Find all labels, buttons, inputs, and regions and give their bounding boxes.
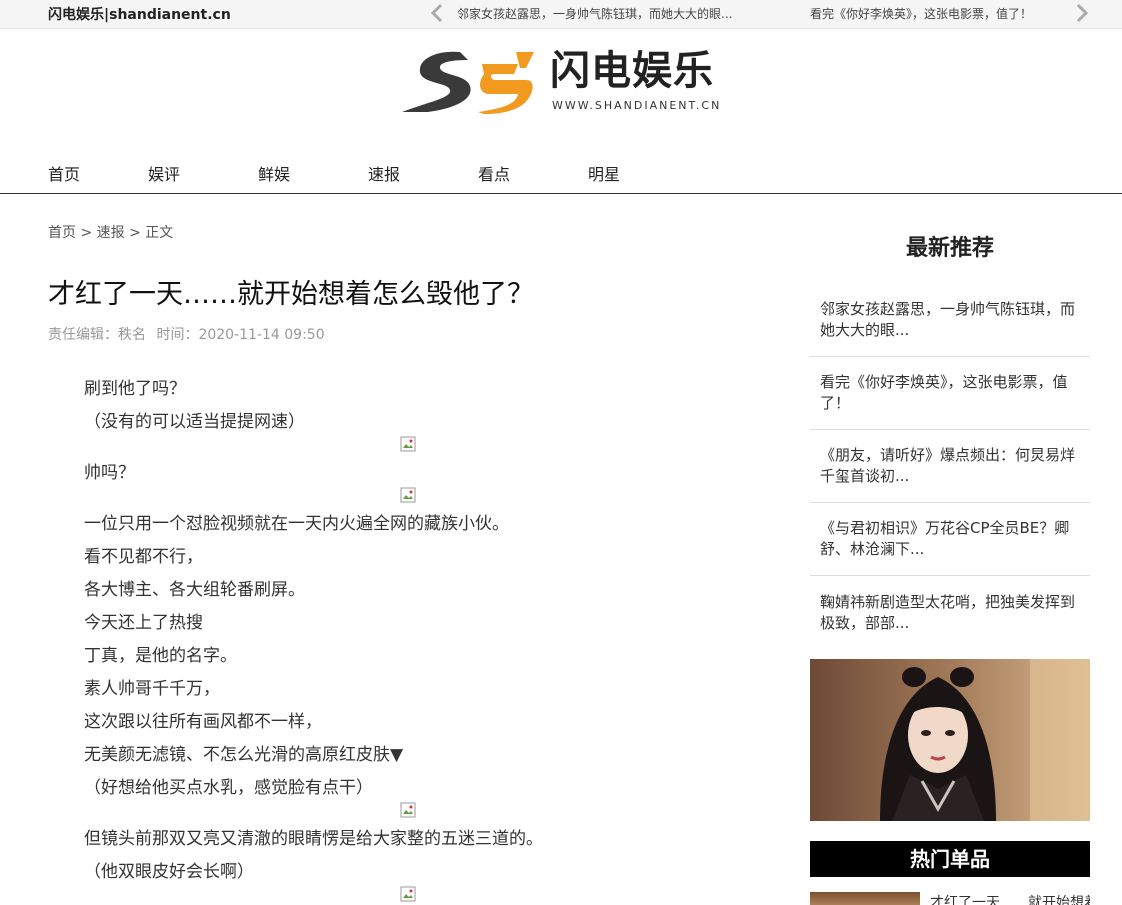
site-logo[interactable]: 闪电娱乐 WWW.SHANDIANENT.CN [398,44,738,120]
paragraph: 刷到他了吗？ [84,379,186,399]
list-item: 鞠婧祎新剧造型太花哨，把独美发挥到极致，部部... [810,576,1090,649]
paragraph: 各大博主、各大组轮番刷屏。 [84,580,305,600]
paragraph: 素人帅哥千千万， [84,679,220,699]
breadcrumb: 首页 > 速报 > 正文 [48,222,173,242]
article-image [84,886,734,902]
hot-thumb-image[interactable] [810,892,920,905]
recommend-link[interactable]: 《朋友，请听好》爆点频出：何炅易烊千玺首谈初... [820,445,1080,487]
ticker-prev-icon[interactable] [428,3,446,23]
article-image [84,802,734,818]
broken-image-icon [400,487,416,503]
recommend-link[interactable]: 邻家女孩赵露思，一身帅气陈钰琪，而她大大的眼... [820,299,1080,341]
hot-item-link[interactable]: 才红了一天……就开始想着怎么毁他了？ [930,892,1090,905]
breadcrumb-sep: > [76,225,97,241]
sidebar-title: 最新推荐 [905,236,994,261]
broken-image-icon [400,436,416,452]
logo-url: WWW.SHANDIANENT.CN [552,99,722,112]
nav-item-home[interactable]: 首页 [48,161,80,185]
article-image [84,487,734,503]
paragraph: 一位只用一个怼脸视频就在一天内火遍全网的藏族小伙。 [84,514,509,534]
recommend-link[interactable]: 《与君初相识》万花谷CP全员BE？卿舒、林沧澜下... [820,518,1080,560]
ticker-item[interactable]: 邻家女孩赵露思，一身帅气陈钰琪，而她大大的眼... [457,5,737,22]
logo-mark-icon [402,51,534,114]
logo-text: 闪电娱乐 [550,48,714,94]
promo-image[interactable] [810,659,1090,821]
paragraph: 无美颜无滤镜、不怎么光滑的高原红皮肤▼ [84,745,404,765]
sidebar: 最新推荐 邻家女孩赵露思，一身帅气陈钰琪，而她大大的眼... 看完《你好李焕英》… [810,222,1090,649]
paragraph: 今天还上了热搜 [84,613,203,633]
broken-image-icon [400,802,416,818]
paragraph: 但镜头前那双又亮又清澈的眼睛愣是给大家整的五迷三道的。 [84,829,543,849]
paragraph: 看不见都不行， [84,547,203,567]
main-nav: 首页 娱评 鲜娱 速报 看点 明星 [0,150,1122,194]
article-body: 刷到他了吗？ （没有的可以适当提提网速） 帅吗？ 一位只用一个怼脸视频就在一天内… [84,376,734,905]
list-item: 《与君初相识》万花谷CP全员BE？卿舒、林沧澜下... [810,503,1090,576]
list-item: 看完《你好李焕英》，这张电影票，值了！ [810,357,1090,430]
recommend-link[interactable]: 鞠婧祎新剧造型太花哨，把独美发挥到极致，部部... [820,592,1080,634]
paragraph: 丁真，是他的名字。 [84,646,237,666]
list-item: 《朋友，请听好》爆点频出：何炅易烊千玺首谈初... [810,430,1090,503]
article-title: 才红了一天……就开始想着怎么毁他了？ [48,279,534,310]
top-bar: 闪电娱乐|shandianent.cn 邻家女孩赵露思，一身帅气陈钰琪，而她大大… [0,0,1122,29]
recommend-link[interactable]: 看完《你好李焕英》，这张电影票，值了！ [820,372,1080,414]
list-item: 邻家女孩赵露思，一身帅气陈钰琪，而她大大的眼... [810,284,1090,357]
paragraph: 这次跟以往所有画风都不一样， [84,712,322,732]
breadcrumb-current: 正文 [145,225,174,241]
article-editor: 责任编辑：秩名 [48,327,146,343]
recommend-list: 邻家女孩赵露思，一身帅气陈钰琪，而她大大的眼... 看完《你好李焕英》，这张电影… [810,284,1090,649]
breadcrumb-home[interactable]: 首页 [48,225,76,241]
breadcrumb-section[interactable]: 速报 [97,225,125,241]
nav-item-fresh[interactable]: 鲜娱 [258,161,290,185]
ticker-item[interactable]: 看完《你好李焕英》，这张电影票，值了！ [810,5,1050,22]
article-image [84,436,734,452]
nav-item-highlights[interactable]: 看点 [478,161,510,185]
nav-item-review[interactable]: 娱评 [148,161,180,185]
article-time: 时间：2020-11-14 09:50 [156,327,325,343]
article-meta: 责任编辑：秩名 时间：2020-11-14 09:50 [48,324,331,344]
breadcrumb-sep: > [124,225,146,241]
portrait-image [810,659,1090,821]
site-name[interactable]: 闪电娱乐|shandianent.cn [48,4,231,24]
nav-item-news[interactable]: 速报 [368,161,400,185]
ticker-next-icon[interactable] [1073,3,1091,23]
nav-item-stars[interactable]: 明星 [588,161,620,185]
hot-products-title: 热门单品 [810,841,1090,877]
broken-image-icon [400,886,416,902]
